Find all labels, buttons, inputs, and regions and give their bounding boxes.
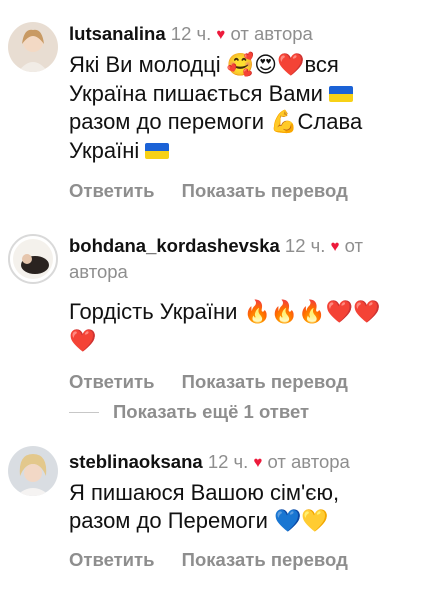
comment-text: Я пишаюся Вашою сім'єю, разом до Перемог… (69, 480, 340, 534)
avatar[interactable] (8, 234, 58, 284)
username[interactable]: lutsanalina (69, 23, 166, 44)
comment-actions: Ответить Показать перевод (69, 179, 414, 203)
avatar-photo (8, 22, 58, 72)
heart-emoji-group: 💙💛 (274, 509, 329, 534)
comment-meta: lutsanalina 12 ч. ♥ от автора (69, 22, 414, 48)
divider-line (69, 411, 99, 413)
reply-button[interactable]: Ответить (69, 371, 155, 392)
show-more-replies-label[interactable]: Показать ещё 1 ответ (113, 400, 309, 424)
author-liked-label-cont: автора (69, 261, 128, 282)
username[interactable]: bohdana_kordashevska (69, 235, 280, 256)
reply-button[interactable]: Ответить (69, 180, 155, 201)
comment-actions: Ответить Показать перевод (69, 370, 414, 394)
red-heart-icon: ❤️ (69, 329, 97, 354)
heart-icon: ♥ (216, 26, 226, 43)
author-liked-label: от автора (267, 451, 350, 472)
comment-meta: bohdana_kordashevska 12 ч. ♥ от автора (69, 234, 414, 284)
avatar[interactable] (8, 446, 58, 496)
heart-icon: ♥ (330, 238, 340, 255)
emoji-group: 🥰😍❤️ (226, 53, 305, 78)
ukraine-flag-icon (145, 143, 170, 159)
comment-actions: Ответить Показать перевод (69, 548, 414, 572)
username[interactable]: steblinaoksana (69, 451, 203, 472)
avatar[interactable] (8, 22, 58, 72)
avatar-photo (8, 446, 58, 496)
show-translation-button[interactable]: Показать перевод (182, 180, 348, 201)
flexed-biceps-icon: 💪 (270, 110, 298, 135)
comment-meta: steblinaoksana 12 ч. ♥ от автора (69, 450, 414, 476)
show-translation-button[interactable]: Показать перевод (182, 371, 348, 392)
show-more-replies[interactable]: Показать ещё 1 ответ (69, 400, 309, 424)
show-translation-button[interactable]: Показать перевод (182, 549, 348, 570)
timestamp: 12 ч. (284, 235, 326, 256)
timestamp: 12 ч. (207, 451, 249, 472)
timestamp: 12 ч. (170, 23, 212, 44)
author-liked-label: от (344, 235, 363, 256)
ukraine-flag-icon (329, 86, 354, 102)
author-liked-label: от автора (230, 23, 313, 44)
avatar-photo (13, 239, 53, 279)
comment-text: Які Ви молодці 🥰😍❤️вся Україна пишається… (69, 52, 363, 163)
comment-text: Гордість України 🔥🔥🔥❤️❤️ ❤️ (69, 299, 381, 354)
emoji-group: 🔥🔥🔥❤️❤️ (243, 300, 381, 325)
heart-icon: ♥ (253, 454, 263, 471)
reply-button[interactable]: Ответить (69, 549, 155, 570)
